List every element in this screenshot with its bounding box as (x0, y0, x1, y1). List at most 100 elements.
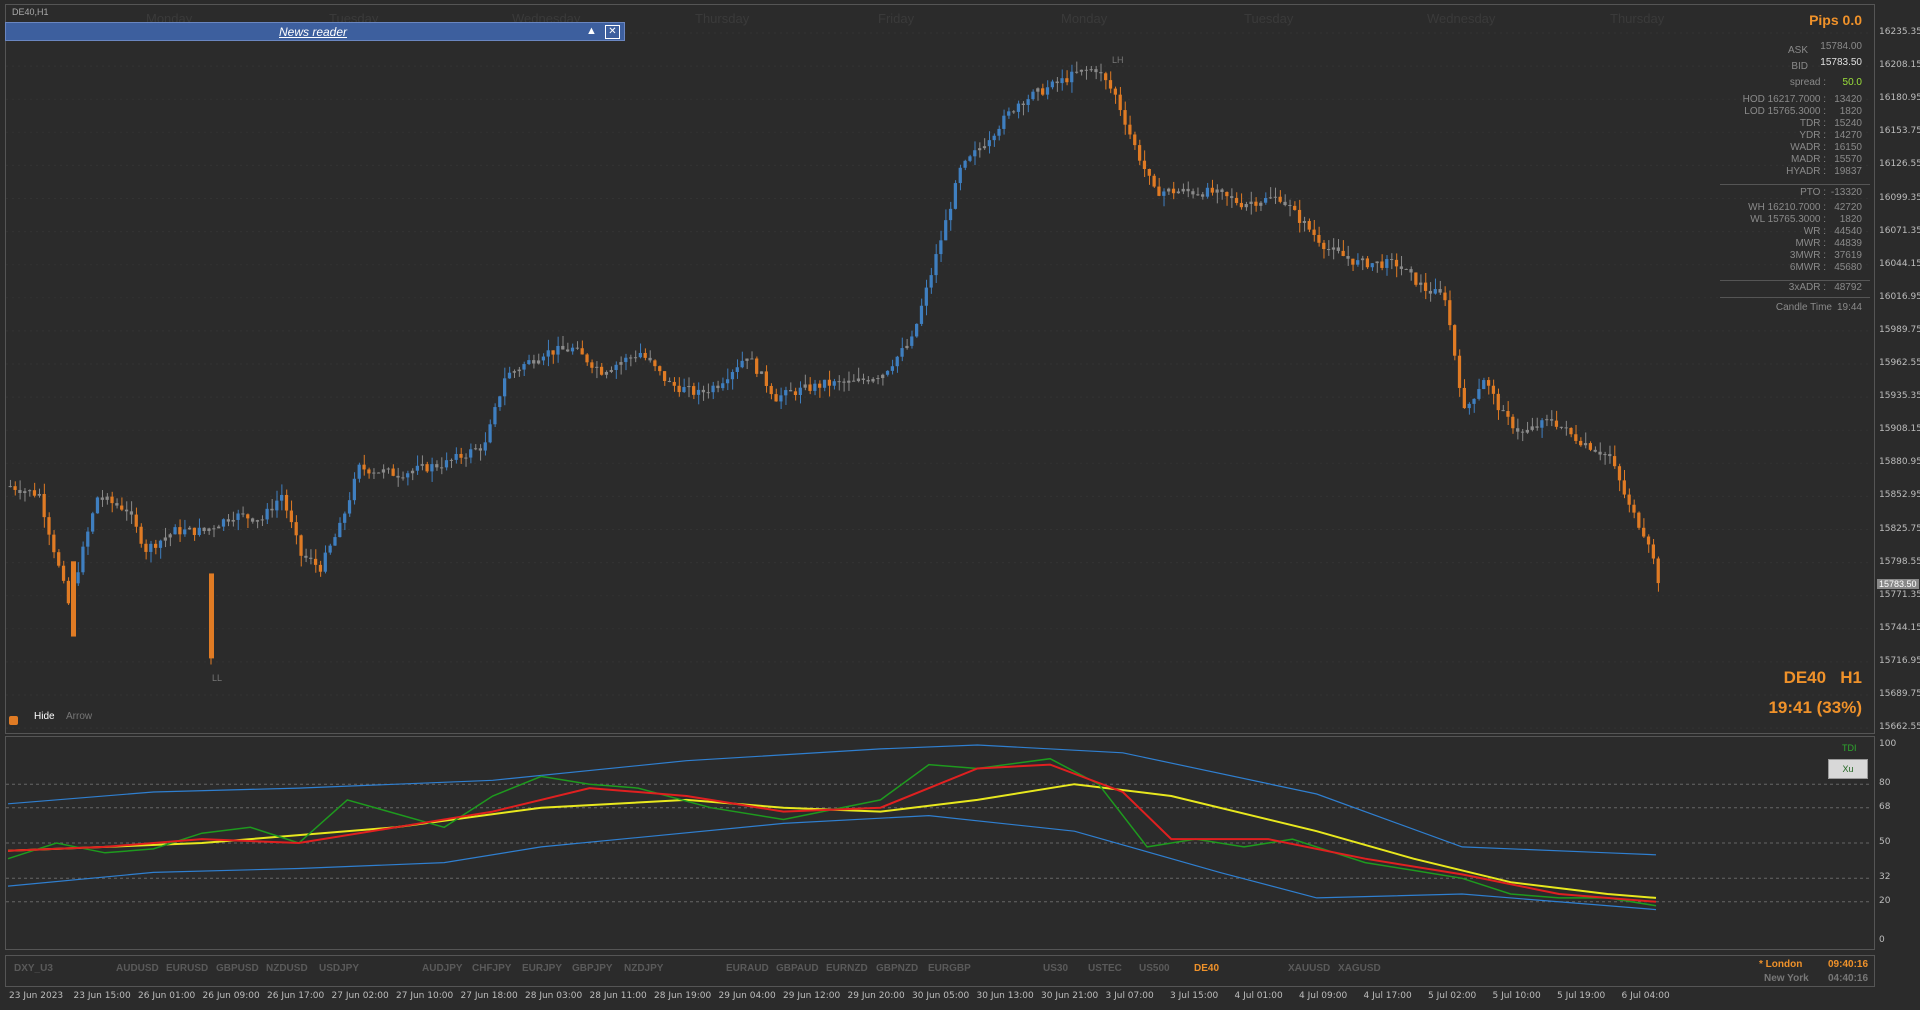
candle (1065, 70, 1069, 86)
candle (982, 138, 987, 150)
candle (1583, 432, 1588, 449)
candle (250, 517, 255, 524)
symbol-button-usdjpy[interactable]: USDJPY (319, 963, 359, 974)
candle (1074, 61, 1079, 74)
tdi-indicator-panel[interactable]: TDI Xu (5, 736, 1875, 950)
candle (1322, 239, 1326, 259)
time-tick: 30 Jun 21:00 (1041, 991, 1099, 1001)
candle (968, 154, 972, 163)
candle (1191, 188, 1195, 199)
candle (561, 335, 565, 350)
candle (556, 336, 560, 363)
candle (624, 353, 628, 371)
spread-value: 50.0 (1842, 77, 1862, 88)
symbol-button-gbpaud[interactable]: GBPAUD (776, 963, 819, 974)
xu-button[interactable]: Xu (1828, 759, 1868, 779)
info-stat-value: 37619 (1834, 250, 1862, 261)
symbol-timeframe: DE40 H1 (1784, 668, 1862, 688)
candle (1079, 69, 1084, 76)
candle (958, 164, 962, 191)
time-tick: 26 Jun 17:00 (267, 991, 325, 1001)
main-chart-panel[interactable]: DE40,H1 Monday Tuesday Wednesday Thursday Fr… (5, 4, 1875, 734)
symbol-button-de40[interactable]: DE40 (1194, 963, 1219, 974)
news-reader-link[interactable]: News reader (279, 25, 347, 39)
candle-time-value: 19:44 (1836, 302, 1862, 313)
candle (110, 491, 114, 513)
symbol-button-euraud[interactable]: EURAUD (726, 963, 769, 974)
candle (1617, 463, 1622, 492)
candle (939, 230, 943, 262)
symbol-button-nzdjpy[interactable]: NZDJPY (624, 963, 663, 974)
candle (1593, 446, 1597, 453)
candle (803, 374, 807, 391)
candle (900, 337, 904, 362)
candle (910, 330, 914, 349)
symbol-button-eurusd[interactable]: EURUSD (166, 963, 208, 974)
candle (1423, 272, 1428, 300)
candle (1336, 239, 1340, 254)
pto-label: PTO : (1800, 187, 1826, 198)
candle (464, 453, 468, 467)
candle (1123, 101, 1127, 135)
info-stat-label: 3MWR : (1789, 250, 1826, 261)
price-tick: 16208.15 (1879, 60, 1920, 71)
candle (212, 525, 216, 538)
symbol-button-xauusd[interactable]: XAUUSD (1288, 963, 1330, 974)
candle (347, 492, 352, 517)
symbol-button-gbpjpy[interactable]: GBPJPY (572, 963, 613, 974)
candle (1084, 66, 1088, 80)
candle (1409, 266, 1413, 281)
candle (86, 527, 90, 555)
candle (527, 354, 531, 366)
candle (851, 374, 856, 382)
candle (503, 367, 507, 406)
price-tick: 15908.15 (1879, 424, 1920, 435)
candle (478, 444, 483, 461)
symbol-button-gbpnzd[interactable]: GBPNZD (876, 963, 918, 974)
candle (294, 515, 298, 545)
candle (129, 501, 134, 524)
price-tick: 15962.55 (1879, 358, 1920, 368)
candle (415, 455, 419, 475)
candle (1588, 441, 1592, 452)
candle (1540, 418, 1544, 438)
candle (822, 379, 827, 392)
symbol-button-nzdusd[interactable]: NZDUSD (266, 963, 308, 974)
symbol-button-eurgbp[interactable]: EURGBP (928, 963, 971, 974)
symbol-button-gbpusd[interactable]: GBPUSD (216, 963, 259, 974)
candle (1094, 65, 1098, 80)
candle (183, 519, 187, 537)
candle (551, 350, 555, 364)
candle (711, 381, 715, 400)
symbol-button-chfjpy[interactable]: CHFJPY (472, 963, 511, 974)
collapse-icon[interactable]: ▲ (586, 25, 597, 37)
candle (1254, 197, 1258, 212)
candle (1273, 187, 1277, 204)
symbol-button-xagusd[interactable]: XAGUSD (1338, 963, 1381, 974)
candle (1501, 405, 1505, 412)
candle (619, 356, 623, 375)
close-icon[interactable]: ✕ (605, 25, 620, 39)
info-stat-label: MADR : (1791, 154, 1826, 165)
price-tick: 16099.35 (1879, 192, 1920, 203)
candle (701, 385, 705, 401)
symbol-button-us500[interactable]: US500 (1139, 963, 1170, 974)
candle (997, 125, 1001, 141)
symbol-button-dxy_u3[interactable]: DXY_U3 (14, 963, 53, 974)
symbol-button-audusd[interactable]: AUDUSD (116, 963, 159, 974)
symbol-button-us30[interactable]: US30 (1043, 963, 1068, 974)
news-reader-bar: News reader ▲ ✕ (5, 22, 625, 41)
info-stat-value: 1820 (1839, 106, 1862, 117)
candle (1026, 94, 1030, 113)
hide-button[interactable]: Hide (34, 711, 55, 722)
candle (255, 519, 260, 529)
hide-toggle-icon[interactable] (9, 716, 18, 725)
symbol-button-eurjpy[interactable]: EURJPY (522, 963, 562, 974)
symbol-button-ustec[interactable]: USTEC (1088, 963, 1122, 974)
price-tick: 15798.55 (1879, 556, 1920, 567)
symbol-button-eurnzd[interactable]: EURNZD (826, 963, 868, 974)
candle (541, 353, 546, 366)
candle (1113, 86, 1117, 104)
arrow-button[interactable]: Arrow (66, 711, 92, 722)
symbol-button-audjpy[interactable]: AUDJPY (422, 963, 463, 974)
